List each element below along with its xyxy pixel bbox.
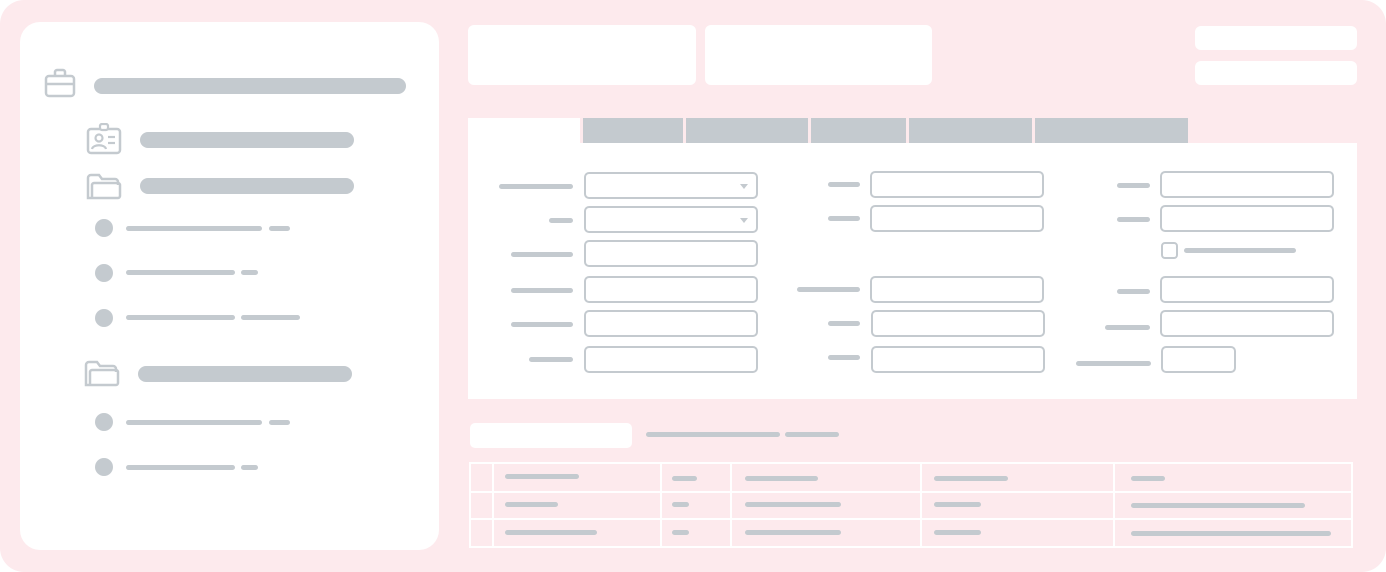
column-header[interactable] xyxy=(934,476,1008,481)
tab-3[interactable] xyxy=(686,118,808,145)
list-item-count xyxy=(241,465,258,470)
list-item[interactable] xyxy=(126,226,262,231)
column-divider xyxy=(492,464,494,546)
tab-bar xyxy=(468,118,1357,145)
text-field[interactable] xyxy=(584,346,758,373)
list-item-count xyxy=(241,270,258,275)
tab-2[interactable] xyxy=(583,118,683,145)
column-header[interactable] xyxy=(745,476,818,481)
list-item[interactable] xyxy=(126,270,235,275)
text-field[interactable] xyxy=(584,240,758,267)
field-label xyxy=(1105,325,1150,330)
field-label xyxy=(511,252,573,257)
text-field[interactable] xyxy=(870,171,1044,198)
field-label xyxy=(511,288,573,293)
id-card-icon xyxy=(86,123,122,155)
column-divider xyxy=(920,464,922,546)
results-count xyxy=(785,432,839,437)
field-label xyxy=(828,182,860,187)
short-text-field[interactable] xyxy=(1161,346,1236,373)
list-item-count xyxy=(269,420,290,425)
text-field[interactable] xyxy=(871,310,1045,337)
tab-6[interactable] xyxy=(1035,118,1188,145)
field-label xyxy=(511,322,573,327)
field-label xyxy=(828,321,860,326)
field-label xyxy=(1117,289,1150,294)
select-field[interactable] xyxy=(584,206,758,233)
list-item-count xyxy=(241,315,300,320)
chevron-down-icon xyxy=(740,218,748,223)
text-field[interactable] xyxy=(871,346,1045,373)
list-item[interactable] xyxy=(126,420,262,425)
row-divider xyxy=(471,518,1351,520)
search-input[interactable] xyxy=(470,423,632,448)
table-cell xyxy=(672,502,689,507)
list-item[interactable] xyxy=(126,465,235,470)
field-label xyxy=(1117,217,1150,222)
folder-icon xyxy=(86,173,122,200)
tab-1[interactable] xyxy=(468,118,580,145)
table-cell xyxy=(745,502,841,507)
list-item-bullet xyxy=(95,309,113,327)
sidebar-item-id-card[interactable] xyxy=(140,132,354,148)
header-card-2[interactable] xyxy=(705,25,932,85)
list-item[interactable] xyxy=(126,315,235,320)
text-field[interactable] xyxy=(870,205,1044,232)
sidebar-title[interactable] xyxy=(94,78,406,94)
table-cell xyxy=(1131,503,1305,508)
text-field[interactable] xyxy=(584,276,758,303)
column-divider xyxy=(660,464,662,546)
table-cell xyxy=(934,502,981,507)
field-label xyxy=(549,218,573,223)
text-field[interactable] xyxy=(870,276,1044,303)
list-item-bullet xyxy=(95,458,113,476)
column-divider xyxy=(1113,464,1115,546)
field-label xyxy=(828,216,860,221)
table-cell xyxy=(672,530,689,535)
list-item-bullet xyxy=(95,219,113,237)
field-label xyxy=(828,355,860,360)
text-field[interactable] xyxy=(584,310,758,337)
sidebar xyxy=(20,22,439,550)
field-label xyxy=(1117,183,1150,188)
text-field[interactable] xyxy=(1160,276,1334,303)
table-cell xyxy=(934,530,981,535)
tab-4[interactable] xyxy=(811,118,906,145)
header-field-top[interactable] xyxy=(1195,26,1357,50)
text-field[interactable] xyxy=(1160,171,1334,198)
list-item-count xyxy=(269,226,290,231)
field-label xyxy=(797,287,860,292)
sidebar-folder-1[interactable] xyxy=(140,178,354,194)
field-label xyxy=(529,357,573,362)
app-frame xyxy=(0,0,1386,572)
table-cell xyxy=(505,502,558,507)
table-cell xyxy=(505,530,597,535)
column-divider xyxy=(730,464,732,546)
row-divider xyxy=(471,491,1351,493)
table-cell xyxy=(1131,531,1331,536)
header-card-1[interactable] xyxy=(468,25,696,85)
text-field[interactable] xyxy=(1160,205,1334,232)
sidebar-folder-2[interactable] xyxy=(138,366,352,382)
checkbox[interactable] xyxy=(1161,242,1178,259)
chevron-down-icon xyxy=(740,184,748,189)
field-label xyxy=(499,184,573,189)
select-field[interactable] xyxy=(584,172,758,199)
list-item-bullet xyxy=(95,264,113,282)
checkbox-label xyxy=(1184,248,1296,253)
column-header[interactable] xyxy=(672,476,697,481)
field-label xyxy=(1076,361,1151,366)
column-header[interactable] xyxy=(505,474,579,479)
briefcase-icon xyxy=(44,68,76,98)
list-item-bullet xyxy=(95,413,113,431)
tab-5[interactable] xyxy=(909,118,1032,145)
folder-icon xyxy=(84,360,120,387)
text-field[interactable] xyxy=(1160,310,1334,337)
results-status xyxy=(646,432,780,437)
table-cell xyxy=(745,530,841,535)
column-header[interactable] xyxy=(1131,476,1165,481)
header-field-bottom[interactable] xyxy=(1195,61,1357,85)
